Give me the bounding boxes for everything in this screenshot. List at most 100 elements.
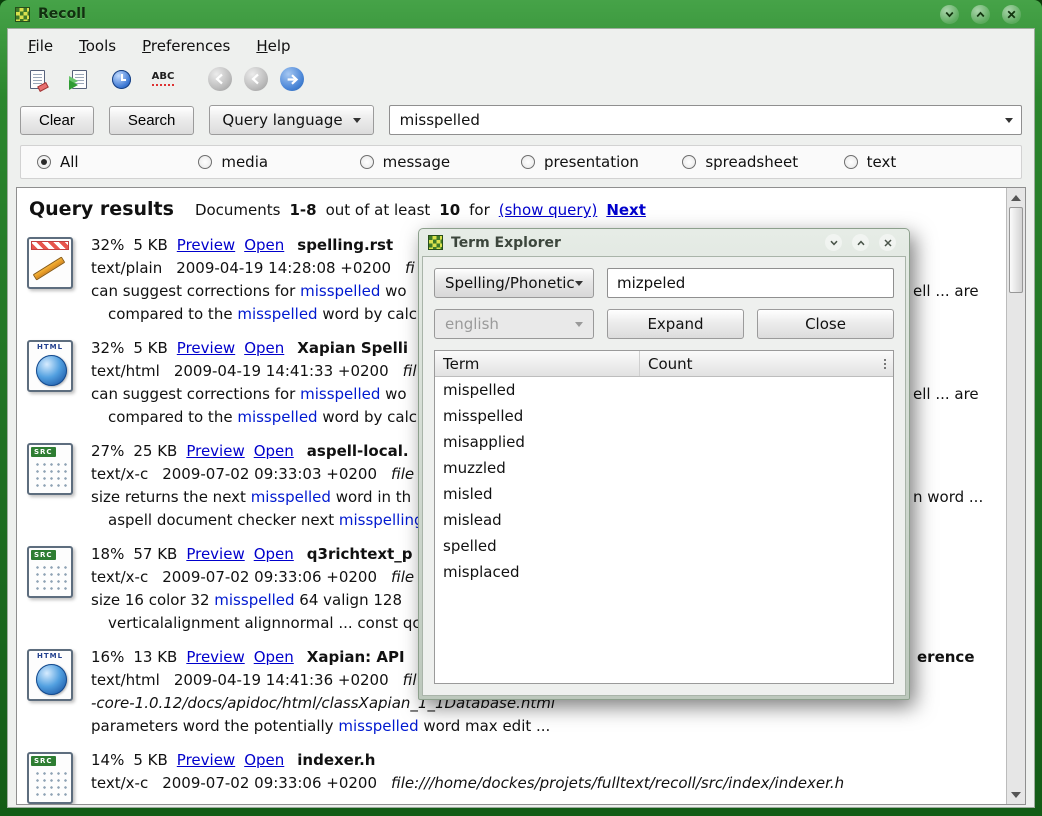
result-icon-column: HTML — [27, 337, 77, 429]
scrollbar-thumb[interactable] — [1009, 207, 1023, 293]
term-row[interactable]: mislead — [435, 507, 893, 533]
combo-chevron-down-icon[interactable] — [1005, 118, 1013, 123]
term-row[interactable]: spelled — [435, 533, 893, 559]
open-link[interactable]: Open — [244, 337, 284, 360]
filter-spreadsheet[interactable]: spreadsheet — [682, 153, 843, 171]
menu-help[interactable]: Help — [246, 34, 300, 58]
window-restore-button[interactable] — [971, 5, 990, 24]
snippet-fragment: n word ... — [913, 486, 983, 509]
preview-link[interactable]: Preview — [177, 234, 235, 257]
term-row[interactable]: misled — [435, 481, 893, 507]
snippet-text: size returns the next — [91, 488, 251, 506]
radio-text[interactable] — [844, 155, 858, 169]
open-link[interactable]: Open — [254, 440, 294, 463]
header-menu-icon[interactable] — [877, 351, 893, 376]
radio-message[interactable] — [360, 155, 374, 169]
result-icon-column: SRC — [27, 440, 77, 532]
search-input-value: misspelled — [400, 111, 480, 129]
search-row: Clear Search Query language misspelled — [8, 99, 1034, 143]
open-link[interactable]: Open — [254, 646, 294, 669]
doc-date: 2009-04-19 14:41:33 +0200 — [174, 362, 389, 380]
term-row[interactable]: misapplied — [435, 429, 893, 455]
results-scrollbar[interactable] — [1006, 188, 1025, 804]
snippet-text: wo — [380, 385, 406, 403]
doc-date: 2009-07-02 09:33:06 +0200 — [162, 568, 377, 586]
expansion-mode-select[interactable]: Spelling/Phonetic — [434, 268, 594, 298]
scroll-down-button[interactable] — [1007, 786, 1025, 803]
query-mode-select[interactable]: Query language — [209, 105, 373, 135]
open-link[interactable]: Open — [244, 234, 284, 257]
snippet-text: verticalalignment alignnormal ... const … — [108, 614, 421, 632]
filter-text[interactable]: text — [844, 153, 1005, 171]
arrow-left-icon — [250, 73, 262, 85]
show-query-link[interactable]: (show query) — [499, 201, 598, 219]
preview-link[interactable]: Preview — [186, 543, 244, 566]
result-title: aspell-local. — [307, 440, 409, 463]
clear-search-button[interactable] — [22, 65, 52, 93]
term-explorer-dialog: Term Explorer Spelling/Phonetic — [418, 228, 910, 700]
doc-date: 2009-04-19 14:41:36 +0200 — [174, 671, 389, 689]
language-select[interactable]: english — [434, 309, 594, 339]
prev-page-button[interactable] — [244, 67, 268, 91]
dialog-shade-button[interactable] — [825, 234, 842, 251]
filter-message[interactable]: message — [360, 153, 521, 171]
search-input[interactable]: misspelled — [389, 105, 1022, 135]
query-history-button[interactable] — [106, 65, 136, 93]
search-button[interactable]: Search — [109, 106, 195, 135]
open-link[interactable]: Open — [254, 543, 294, 566]
doc-date: 2009-04-19 14:28:08 +0200 — [176, 259, 391, 277]
term-row[interactable]: misplaced — [435, 559, 893, 585]
snippet-fragment: ell ... are — [913, 280, 979, 303]
term-row[interactable]: mispelled — [435, 377, 893, 403]
chevron-down-icon — [353, 118, 361, 123]
mime-type: text/x-c — [91, 774, 148, 792]
preview-link[interactable]: Preview — [177, 337, 235, 360]
clear-button[interactable]: Clear — [20, 106, 94, 135]
save-query-button[interactable] — [64, 65, 94, 93]
dialog-close-button[interactable] — [879, 234, 896, 251]
chevron-down-icon — [829, 238, 839, 248]
preview-link[interactable]: Preview — [186, 440, 244, 463]
term-cell: misplaced — [435, 563, 527, 581]
language-value: english — [445, 315, 499, 333]
first-page-button[interactable] — [208, 67, 232, 91]
close-button[interactable]: Close — [757, 309, 894, 339]
filter-media[interactable]: media — [198, 153, 359, 171]
radio-media[interactable] — [198, 155, 212, 169]
snippet-text: word in th — [331, 488, 411, 506]
arrow-up-icon — [1011, 195, 1021, 201]
preview-link[interactable]: Preview — [177, 749, 235, 772]
menu-tools[interactable]: Tools — [69, 34, 126, 58]
filter-all[interactable]: All — [37, 153, 198, 171]
radio-all[interactable] — [37, 155, 51, 169]
term-row[interactable]: misspelled — [435, 403, 893, 429]
file-size: 5 KB — [133, 234, 167, 257]
term-explorer-title: Term Explorer — [451, 235, 561, 251]
count-column-header[interactable]: Count — [640, 351, 877, 376]
next-page-button[interactable] — [280, 67, 304, 91]
snippet-text: wo — [380, 282, 406, 300]
snippet-text: word by calc — [318, 408, 417, 426]
menu-preferences[interactable]: Preferences — [132, 34, 240, 58]
scroll-up-button[interactable] — [1007, 189, 1025, 206]
dialog-restore-button[interactable] — [852, 234, 869, 251]
menu-file[interactable]: File — [18, 34, 63, 58]
term-column-header[interactable]: Term — [435, 351, 640, 376]
window-close-button[interactable] — [1002, 5, 1021, 24]
term-table: Term Count mispelledmisspelledmisapplied… — [434, 350, 894, 684]
open-link[interactable]: Open — [244, 749, 284, 772]
result-body: 14%5 KBPreviewOpenindexer.htext/x-c2009-… — [91, 749, 979, 804]
term-explorer-button[interactable]: ABC — [148, 65, 178, 93]
expand-button[interactable]: Expand — [607, 309, 744, 339]
filter-presentation[interactable]: presentation — [521, 153, 682, 171]
window-titlebar[interactable]: Recoll — [7, 0, 1035, 28]
term-row[interactable]: muzzled — [435, 455, 893, 481]
radio-presentation[interactable] — [521, 155, 535, 169]
next-results-link[interactable]: Next — [606, 201, 646, 219]
term-explorer-titlebar[interactable]: Term Explorer — [422, 229, 906, 256]
window-controls — [940, 5, 1027, 24]
term-input[interactable]: mizpeled — [607, 268, 894, 298]
preview-link[interactable]: Preview — [186, 646, 244, 669]
window-shade-button[interactable] — [940, 5, 959, 24]
radio-spreadsheet[interactable] — [682, 155, 696, 169]
